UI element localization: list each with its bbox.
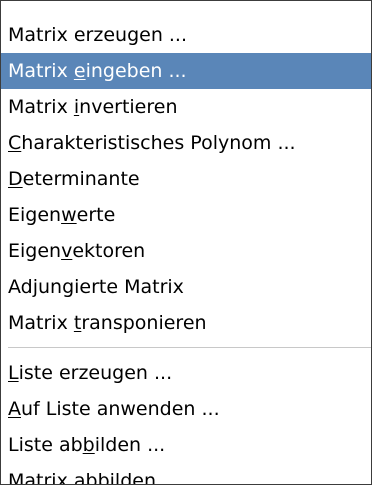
menu-item-charakteristisches-polynom[interactable]: Charakteristisches Polynom ... xyxy=(1,125,371,161)
menu-list: Matrix erzeugen ... Matrix eingeben ... … xyxy=(1,1,371,485)
menu-item-label: ingeben ... xyxy=(85,60,187,82)
menu-item-matrix-abbilden[interactable]: Matrix abbilden ... xyxy=(1,463,371,485)
menu-item-matrix-transponieren[interactable]: Matrix transponieren xyxy=(1,305,371,341)
menu-item-label: ransponieren xyxy=(81,312,207,334)
menu-item-label: Matrix erzeugen ... xyxy=(8,24,188,46)
menu-item-eigenvektoren[interactable]: Eigenvektoren xyxy=(1,233,371,269)
menu-item-matrix-invertieren[interactable]: Matrix invertieren xyxy=(1,89,371,125)
mnemonic: A xyxy=(8,398,21,420)
menu-item-label: Adjungierte Matrix xyxy=(8,276,184,298)
menu-item-liste-erzeugen[interactable]: Liste erzeugen ... xyxy=(1,355,371,391)
menu-item-label: nvertieren xyxy=(79,96,178,118)
menu-item-label: uf Liste anwenden ... xyxy=(21,398,220,420)
mnemonic: v xyxy=(61,240,73,262)
menu-item-adjungierte-matrix[interactable]: Adjungierte Matrix xyxy=(1,269,371,305)
mnemonic: C xyxy=(8,132,22,154)
context-menu: Matrix erzeugen ... Matrix eingeben ... … xyxy=(0,0,372,485)
menu-item-liste-abbilden[interactable]: Liste abbilden ... xyxy=(1,427,371,463)
menu-item-label: Eigen xyxy=(8,204,62,226)
menu-item-eigenwerte[interactable]: Eigenwerte xyxy=(1,197,371,233)
menu-item-label: ektoren xyxy=(72,240,146,262)
menu-item-label: Matrix xyxy=(8,312,74,334)
menu-item-determinante[interactable]: Determinante xyxy=(1,161,371,197)
menu-item-label: ilden ... xyxy=(94,434,166,456)
menu-item-label: iste erzeugen ... xyxy=(18,362,173,384)
menu-item-matrix-erzeugen[interactable]: Matrix erzeugen ... xyxy=(1,17,371,53)
menu-item-matrix-eingeben[interactable]: Matrix eingeben ... xyxy=(1,53,371,89)
menu-item-label: atrix abbilden ... xyxy=(24,470,181,485)
menu-item-label: erte xyxy=(76,204,116,226)
mnemonic: D xyxy=(8,168,23,190)
menu-item-label: harakteristisches Polynom ... xyxy=(21,132,296,154)
menu-item-label: Liste ab xyxy=(8,434,83,456)
mnemonic: b xyxy=(82,434,95,456)
menu-item-label: Matrix xyxy=(8,96,74,118)
separator-line xyxy=(8,347,371,348)
mnemonic: w xyxy=(61,204,77,226)
menu-item-label: Matrix xyxy=(8,60,74,82)
mnemonic: M xyxy=(8,470,25,485)
menu-separator xyxy=(1,341,371,355)
menu-item-label: eterminante xyxy=(22,168,140,190)
mnemonic: L xyxy=(8,362,19,384)
menu-item-auf-liste-anwenden[interactable]: Auf Liste anwenden ... xyxy=(1,391,371,427)
mnemonic: e xyxy=(73,60,86,82)
menu-item-label: Eigen xyxy=(8,240,62,262)
